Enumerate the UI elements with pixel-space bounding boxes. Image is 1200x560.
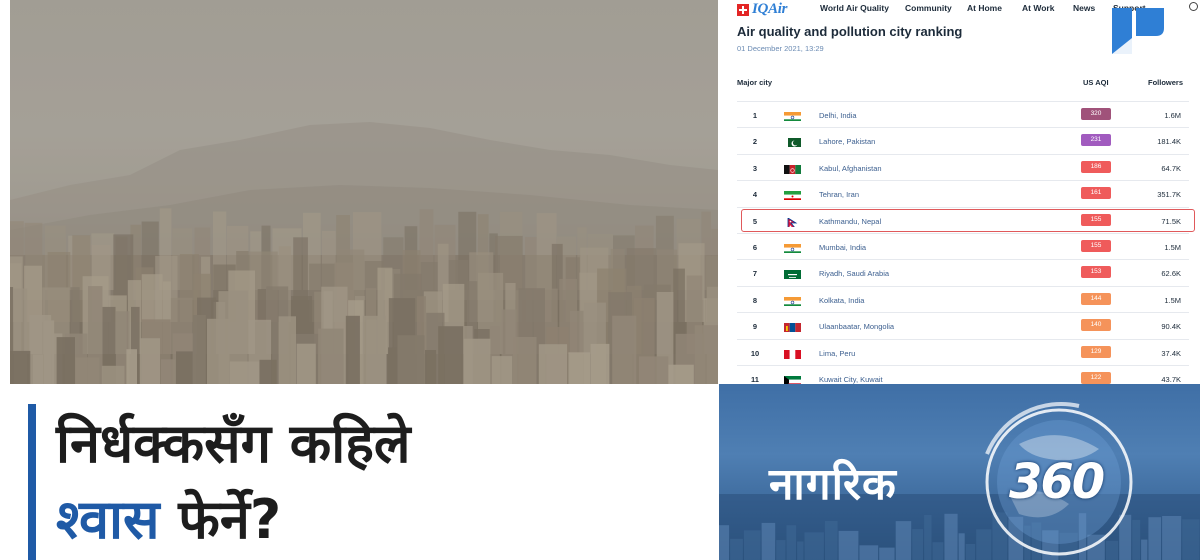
row-followers: 181.4K (1157, 137, 1181, 147)
row-followers: 1.5M (1164, 242, 1181, 252)
row-followers: 1.5M (1164, 295, 1181, 305)
column-header-followers: Followers (1148, 78, 1184, 87)
mongolia-flag-icon (784, 321, 801, 333)
row-followers: 62.6K (1161, 269, 1181, 279)
row-aqi-badge: 161 (1081, 187, 1111, 200)
iqair-brand-text: IQAir (752, 1, 788, 17)
headline-line-1: निर्धक्कसँग कहिले (56, 412, 411, 475)
row-followers: 351.7K (1157, 190, 1181, 200)
row-aqi-badge: 129 (1081, 345, 1111, 358)
row-rank: 8 (752, 295, 758, 305)
column-header-aqi: US AQI (1083, 78, 1109, 87)
row-followers: 64.7K (1161, 163, 1181, 173)
nagarik-360-brand-block: नागरिक 360 (719, 384, 1200, 560)
table-row[interactable]: 6 Mumbai, India 155 1.5M (737, 232, 1189, 259)
table-row[interactable]: 9 Ulaanbaatar, Mongolia 140 90.4K (737, 312, 1189, 338)
iran-flag-icon (784, 189, 801, 201)
table-row[interactable]: 10 Lima, Peru 129 37.4K (737, 338, 1189, 365)
india-flag-icon (784, 110, 801, 121)
row-aqi-badge: 320 (1081, 108, 1111, 120)
air-quality-ranking-panel: IQAir World Air Quality Community At Hom… (719, 0, 1200, 384)
headline-line-2: श्वास फेर्ने? (56, 482, 411, 558)
nav-news[interactable]: News (1073, 3, 1095, 13)
row-rank: 7 (752, 269, 758, 279)
row-city-link[interactable]: Lima, Peru (819, 349, 855, 358)
table-row[interactable]: 4 Tehran, Iran 161 351.7K (737, 180, 1189, 206)
headline-line-2-rest: फेर्ने? (159, 488, 282, 551)
row-city-link[interactable]: Kolkata, India (819, 296, 864, 305)
table-row[interactable]: 11 Kuwait City, Kuwait 122 43.7K (737, 364, 1189, 384)
ranking-table: 1 Delhi, India 320 1.6M 2 Lahore, Pakistan 231… (737, 101, 1189, 384)
row-aqi-badge: 122 (1081, 371, 1111, 384)
saudi-arabia-flag-icon (784, 268, 801, 280)
swiss-flag-icon (737, 3, 749, 16)
nav-community[interactable]: Community (905, 3, 952, 13)
table-row[interactable]: 2 Lahore, Pakistan 231 181.4K (737, 127, 1189, 153)
row-followers: 37.4K (1161, 348, 1181, 358)
row-city-link[interactable]: Riyadh, Saudi Arabia (819, 269, 889, 278)
headline-accent-bar (28, 404, 36, 560)
row-rank: 4 (752, 190, 758, 200)
nav-world-air-quality[interactable]: World Air Quality (820, 3, 889, 13)
table-row[interactable]: 1 Delhi, India 320 1.6M (737, 101, 1189, 127)
row-rank: 1 (752, 111, 758, 120)
kuwait-flag-icon (784, 374, 801, 384)
table-row[interactable]: 8 Kolkata, India 144 1.5M (737, 285, 1189, 312)
headline: निर्धक्कसँग कहिले श्वास फेर्ने? (56, 406, 411, 558)
nav-at-home[interactable]: At Home (967, 3, 1002, 13)
row-rank: 6 (752, 242, 758, 252)
row-city-link[interactable]: Mumbai, India (819, 243, 866, 252)
table-row[interactable]: 7 Riyadh, Saudi Arabia 153 62.6K (737, 259, 1189, 285)
row-rank: 2 (752, 137, 758, 147)
row-followers: 90.4K (1161, 322, 1181, 332)
kathmandu-skyline-illustration (10, 0, 718, 384)
smog-city-photo (10, 0, 718, 384)
row-followers: 1.6M (1164, 111, 1181, 120)
kathmandu-highlight-box (741, 209, 1195, 232)
nav-at-work[interactable]: At Work (1022, 3, 1054, 13)
row-rank: 10 (750, 348, 760, 358)
headline-accent-word: श्वास (56, 488, 160, 551)
row-rank: 3 (752, 163, 758, 173)
channel-logo-icon (1112, 8, 1164, 54)
row-city-link[interactable]: Tehran, Iran (819, 190, 859, 199)
row-aqi-badge: 140 (1081, 319, 1111, 332)
row-city-link[interactable]: Kuwait City, Kuwait (819, 375, 883, 384)
row-city-link[interactable]: Delhi, India (819, 111, 857, 120)
row-rank: 9 (752, 322, 758, 332)
india-flag-icon (784, 242, 801, 253)
row-aqi-badge: 186 (1081, 160, 1111, 173)
row-city-link[interactable]: Lahore, Pakistan (819, 137, 875, 146)
row-city-link[interactable]: Kabul, Afghanistan (819, 164, 882, 173)
row-city-link[interactable]: Ulaanbaatar, Mongolia (819, 322, 894, 331)
row-aqi-badge: 153 (1081, 266, 1111, 279)
table-row[interactable]: 3 Kabul, Afghanistan 186 64.7K (737, 153, 1189, 180)
column-header-city: Major city (737, 78, 773, 87)
ranking-timestamp: 01 December 2021, 13:29 (737, 44, 824, 53)
page-title: Air quality and pollution city ranking (737, 24, 963, 39)
pakistan-flag-icon (784, 136, 801, 148)
brand-name: नागरिक (769, 459, 897, 510)
brand-number: 360 (1009, 454, 1105, 510)
row-followers: 43.7K (1161, 374, 1181, 384)
headline-area: निर्धक्कसँग कहिले श्वास फेर्ने? (0, 384, 719, 560)
search-icon[interactable] (1189, 2, 1198, 11)
row-aqi-badge: 231 (1081, 134, 1111, 147)
peru-flag-icon (784, 348, 801, 359)
row-aqi-badge: 144 (1081, 292, 1111, 305)
india-flag-icon (784, 295, 801, 306)
afghanistan-flag-icon (784, 163, 801, 174)
row-aqi-badge: 155 (1081, 239, 1111, 252)
row-rank: 11 (751, 374, 759, 384)
iqair-logo[interactable]: IQAir (737, 1, 787, 18)
